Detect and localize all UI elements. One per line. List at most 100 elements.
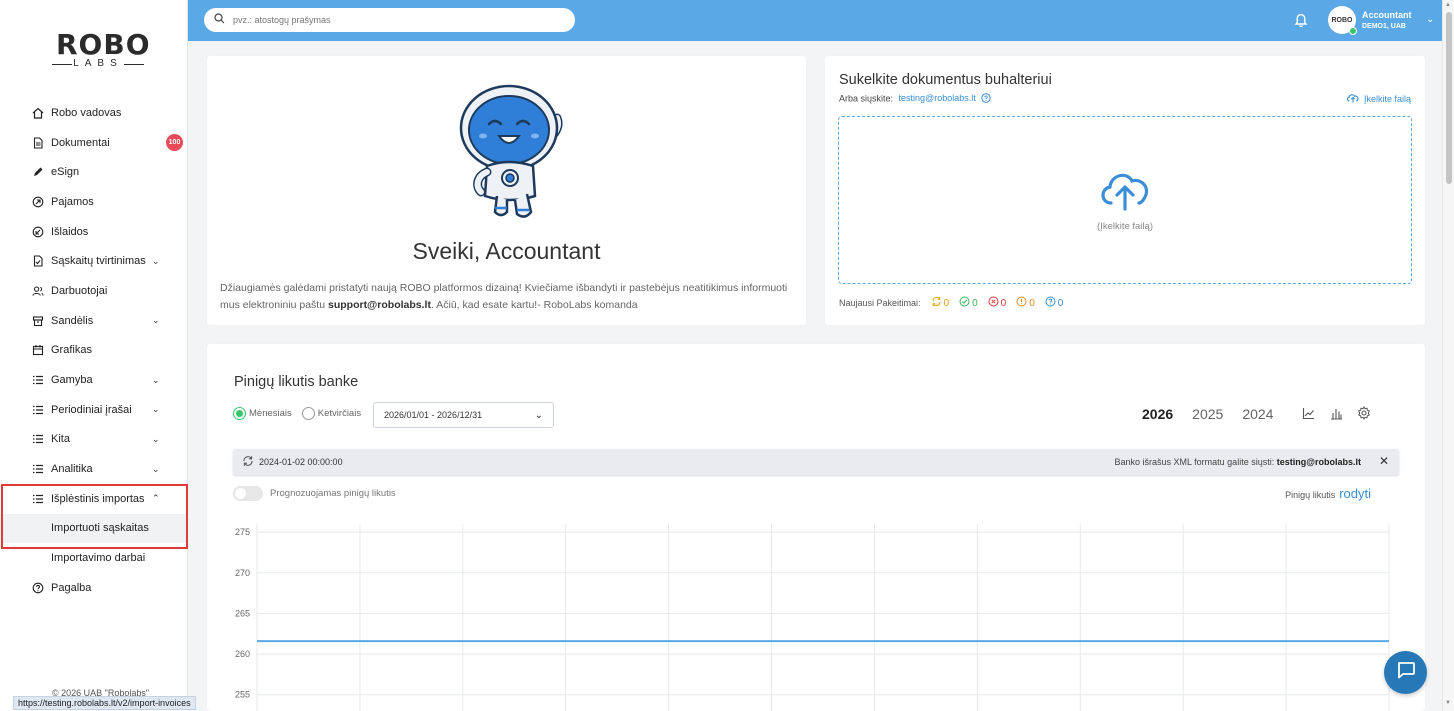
close-icon[interactable]: ✕ [1379, 454, 1389, 468]
user-name[interactable]: Accountant [1362, 10, 1412, 20]
sidebar-item-sandelis[interactable]: Sandėlis ⌄ [0, 306, 188, 336]
sidebar-item-analitika[interactable]: Analitika ⌄ [0, 454, 188, 484]
page-scrollbar[interactable]: ▲ ▼ [1442, 0, 1454, 711]
list-icon [32, 374, 44, 386]
balance-label: Pinigų likutis [1285, 490, 1336, 500]
sidebar-item-esign[interactable]: eSign [0, 157, 188, 187]
scroll-up-arrow-icon[interactable]: ▲ [1445, 2, 1451, 8]
bar-chart-icon[interactable] [1329, 406, 1343, 420]
top-bar: ROBO Accountant DEMO1, UAB ⌄ [188, 0, 1442, 41]
welcome-message: Džiaugiamės galėdami pristatyti naują RO… [220, 280, 790, 314]
upload-email-link[interactable]: testing@robolabs.lt [899, 93, 976, 103]
last-sync-timestamp: 2024-01-02 00:00:00 [259, 457, 343, 467]
sidebar-item-label: Sąskaitų tvirtinimas [51, 255, 146, 268]
changes-label: Naujausi Pakeitimai: [839, 298, 921, 308]
radio-monthly-label[interactable]: Mėnesiais [249, 408, 292, 419]
chevron-down-icon: ⌄ [152, 463, 160, 474]
list-icon [32, 433, 44, 445]
help-circle-icon[interactable] [981, 93, 991, 105]
radio-monthly[interactable] [233, 407, 246, 420]
radio-quarterly[interactable] [301, 407, 315, 420]
y-tick-label: 270 [235, 568, 250, 578]
chevron-down-icon[interactable]: ⌄ [1426, 14, 1434, 25]
chevron-down-icon: ⌄ [152, 255, 160, 266]
chart-toolbar [1301, 406, 1371, 420]
refresh-icon[interactable] [242, 455, 254, 470]
dropzone-label: (Įkelkite failą) [1097, 221, 1153, 232]
upload-send-line: Arba siųskite: testing@robolabs.lt [839, 93, 991, 105]
sidebar-item-periodiniai-irasai[interactable]: Periodiniai įrašai ⌄ [0, 395, 188, 425]
bell-icon[interactable] [1292, 11, 1310, 29]
x-circle-icon [988, 296, 999, 310]
home-icon [32, 107, 44, 119]
upload-card: Sukelkite dokumentus buhalteriui Arba si… [825, 56, 1425, 325]
file-dropzone[interactable]: (Įkelkite failą) [838, 116, 1412, 284]
forecast-toggle[interactable] [233, 486, 263, 501]
avatar[interactable]: ROBO [1328, 6, 1357, 35]
scrollbar-thumb[interactable] [1446, 12, 1452, 184]
show-balance-link[interactable]: rodyti [1339, 486, 1371, 501]
online-status-dot [1349, 27, 1357, 35]
change-rejected[interactable]: 0 [988, 296, 1007, 310]
scroll-down-arrow-icon[interactable]: ▼ [1445, 700, 1451, 706]
date-range-select[interactable]: 2026/01/01 - 2026/12/31 ⌄ [373, 402, 554, 428]
y-tick-label: 260 [235, 649, 250, 659]
change-count: 0 [1057, 297, 1064, 309]
sidebar-item-islaidos[interactable]: Išlaidos [0, 217, 188, 247]
sidebar-item-label: Robo vadovas [51, 106, 122, 119]
logo-text-top: ROBO [56, 28, 151, 61]
user-company[interactable]: DEMO1, UAB [1362, 23, 1406, 30]
list-icon [32, 404, 44, 416]
change-question[interactable]: 0 [1045, 296, 1064, 310]
sidebar-item-label: Darbuotojai [51, 284, 108, 297]
sidebar-item-saskaitu-tvirtinimas[interactable]: Sąskaitų tvirtinimas ⌄ [0, 246, 188, 276]
sidebar-item-pagalba[interactable]: Pagalba [0, 573, 188, 603]
gear-icon[interactable] [1357, 406, 1371, 420]
period-radio-group: Mėnesiais Ketvirčiais [233, 407, 361, 420]
warehouse-icon [32, 315, 44, 327]
sidebar-item-label: Išlaidos [51, 225, 89, 238]
year-tab-2026[interactable]: 2026 [1142, 406, 1173, 422]
sidebar-item-grafikas[interactable]: Grafikas [0, 336, 188, 366]
chat-bubble-icon [1396, 661, 1416, 684]
upload-title: Sukelkite dokumentus buhalteriui [839, 72, 1052, 88]
sidebar-item-robo-vadovas[interactable]: Robo vadovas [0, 98, 188, 128]
xml-email: testing@robolabs.lt [1276, 457, 1361, 467]
alert-circle-icon [1016, 296, 1027, 310]
chevron-down-icon: ⌄ [152, 374, 160, 385]
year-tab-2024[interactable]: 2024 [1242, 406, 1273, 422]
sidebar-item-pajamos[interactable]: Pajamos [0, 187, 188, 217]
robolabs-logo[interactable]: ROBO LABS [52, 28, 151, 72]
sidebar-item-darbuotojai[interactable]: Darbuotojai [0, 276, 188, 306]
sidebar-item-gamyba[interactable]: Gamyba ⌄ [0, 365, 188, 395]
sidebar-item-label: Pagalba [51, 581, 92, 594]
search-icon [214, 13, 225, 27]
upload-file-link[interactable]: Įkelkite failą [1346, 92, 1411, 105]
change-pending[interactable]: 0 [931, 296, 950, 310]
y-tick-label: 275 [235, 527, 250, 537]
robot-mascot-icon [449, 82, 565, 222]
cloud-upload-icon [1097, 165, 1153, 213]
chevron-down-icon: ⌄ [152, 404, 160, 415]
sidebar-item-dokumentai[interactable]: Dokumentai 100 [0, 128, 188, 158]
line-chart-icon[interactable] [1301, 406, 1315, 420]
sidebar-item-label: Sandėlis [51, 314, 94, 327]
change-count: 0 [943, 297, 950, 309]
change-warning[interactable]: 0 [1016, 296, 1035, 310]
bank-balance-card: Pinigų likutis banke Mėnesiais Ketvirčia… [207, 344, 1425, 711]
income-icon [32, 196, 44, 208]
cloud-upload-icon [1346, 92, 1360, 105]
sidebar-item-kita[interactable]: Kita ⌄ [0, 425, 188, 455]
radio-quarterly-label[interactable]: Ketvirčiais [318, 408, 361, 419]
chat-button[interactable] [1384, 651, 1427, 694]
check-circle-icon [959, 296, 970, 310]
change-count: 0 [1000, 297, 1007, 309]
welcome-card: Sveiki, Accountant Džiaugiamės galėdami … [207, 56, 806, 325]
welcome-text-after: . Ačiū, kad esate kartu!- RoboLabs koman… [430, 299, 638, 311]
year-tab-2025[interactable]: 2025 [1192, 406, 1223, 422]
help-icon [32, 582, 44, 594]
search-input[interactable] [233, 15, 553, 25]
date-range-value: 2026/01/01 - 2026/12/31 [384, 410, 483, 420]
sidebar-item-label: Pajamos [51, 195, 94, 208]
change-approved[interactable]: 0 [959, 296, 978, 310]
